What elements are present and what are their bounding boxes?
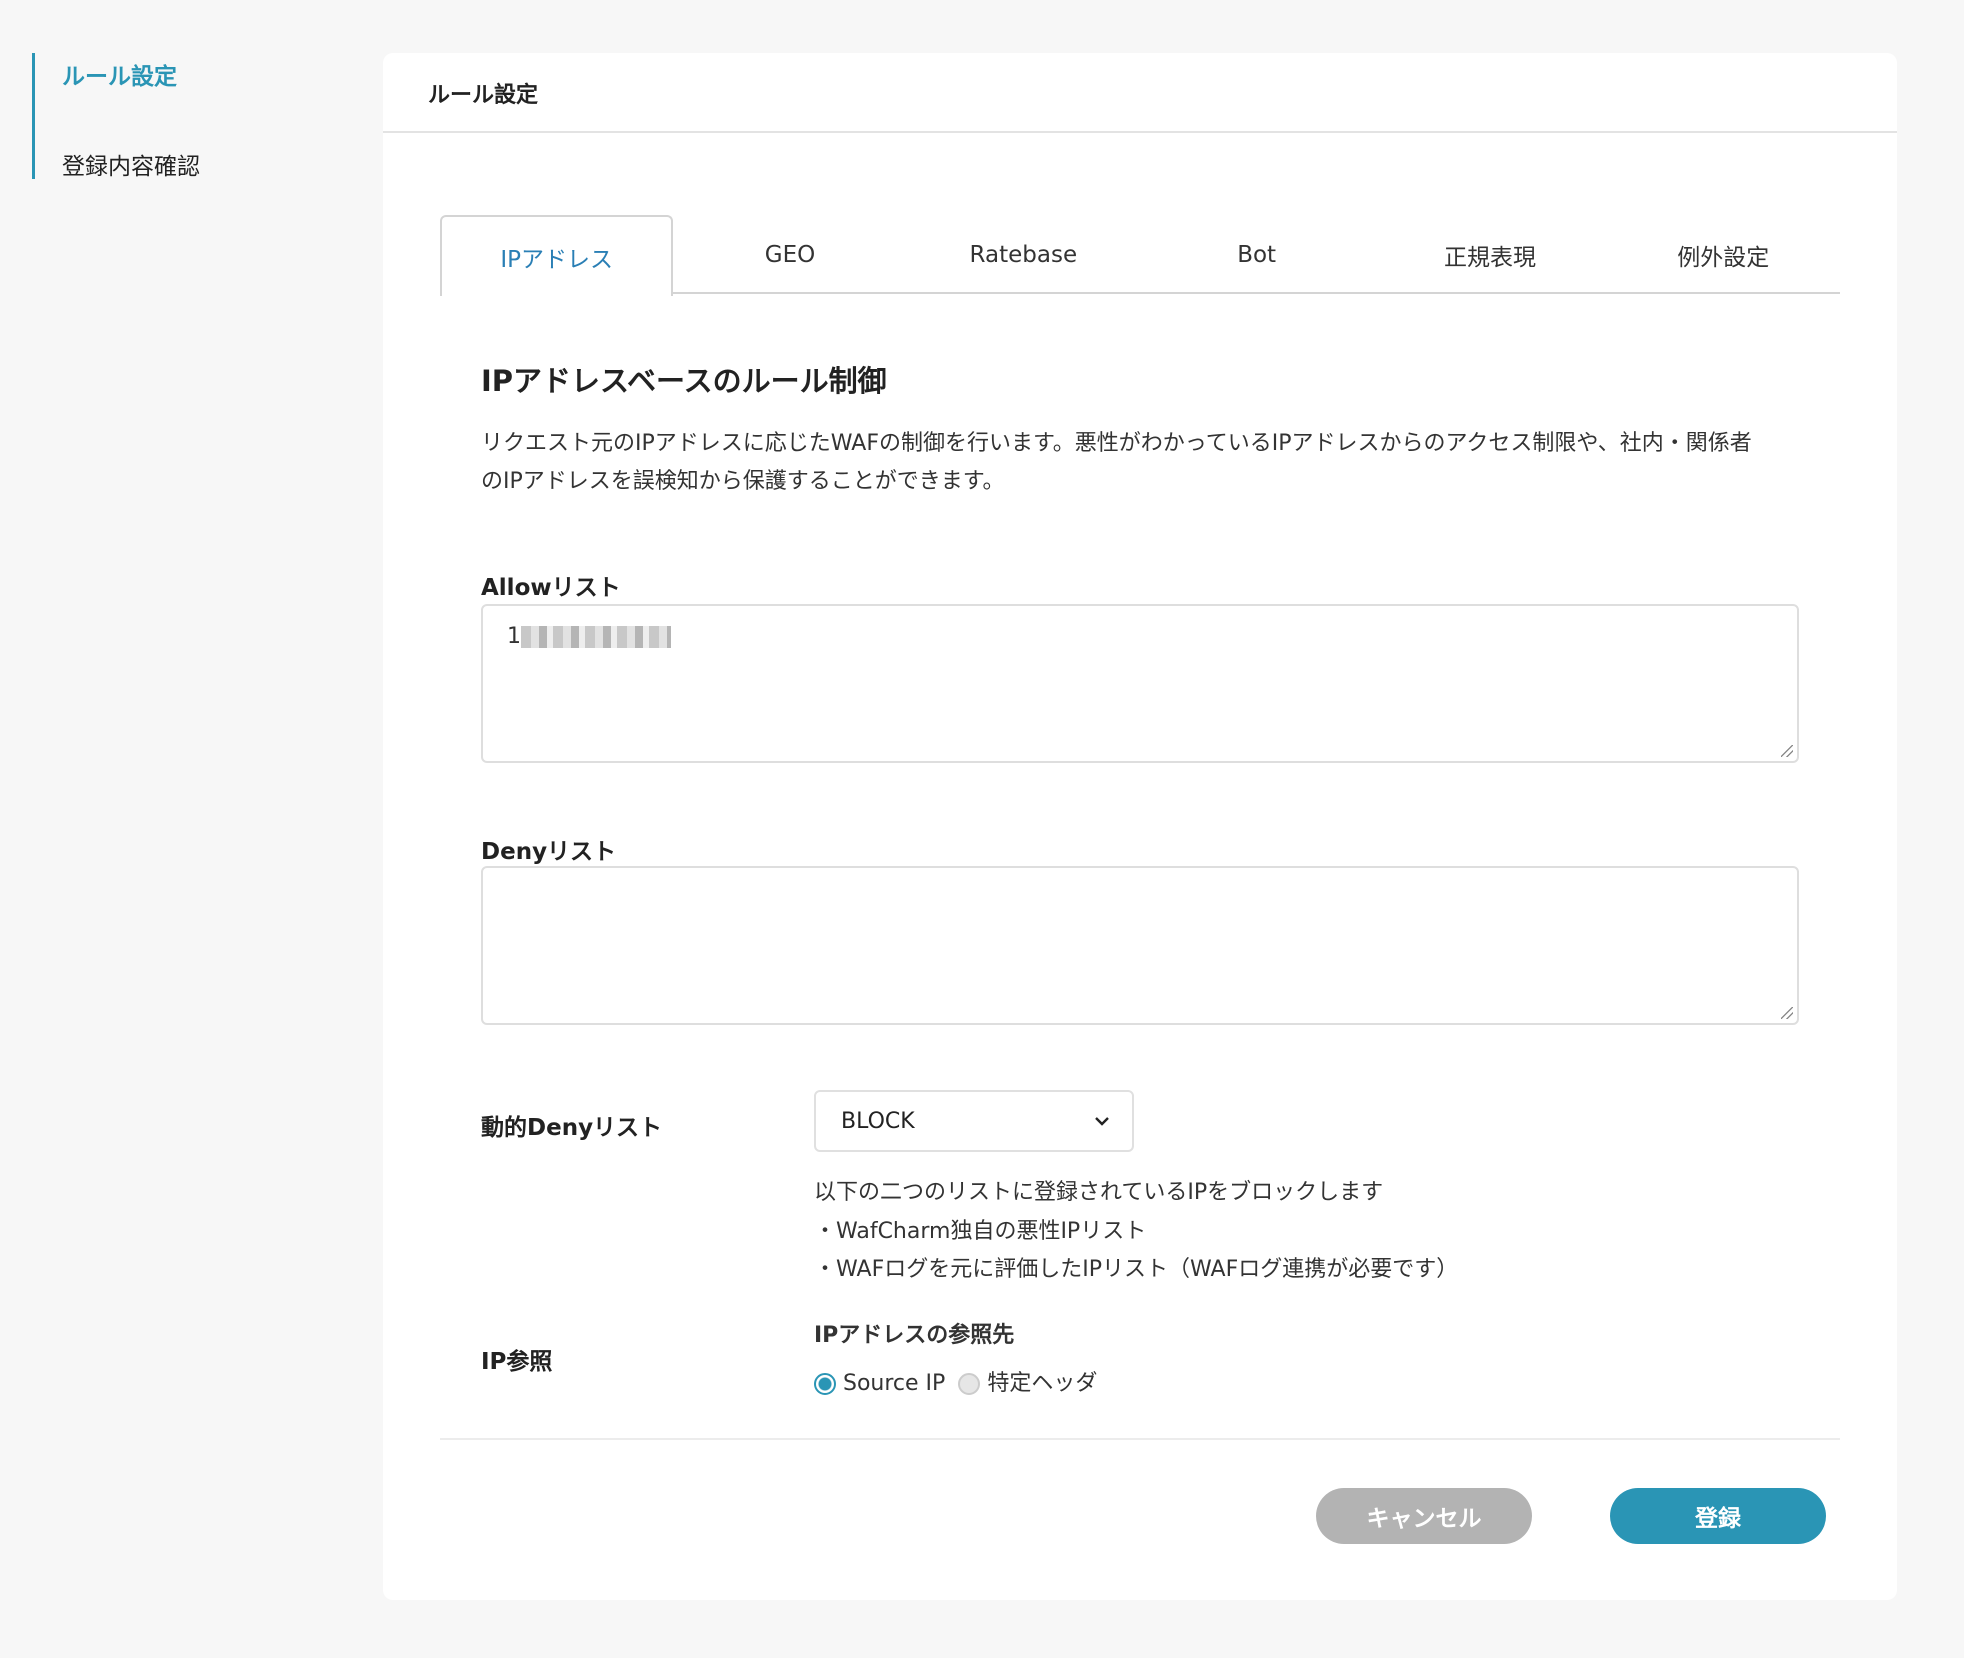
resize-handle-icon[interactable] [1781,745,1793,757]
ip-ref-radio-group: Source IP 特定ヘッダ [814,1365,1097,1397]
radio-checked-icon[interactable] [814,1373,836,1395]
cancel-button[interactable]: キャンセル [1316,1488,1532,1544]
allow-list-value: 1 [507,624,521,649]
deny-list-label: Denyリスト [481,839,617,865]
sidebar-active-indicator [32,53,35,179]
section-heading: IPアドレスベースのルール制御 [481,364,887,398]
tab-regex[interactable]: 正規表現 [1373,215,1606,294]
tab-ratebase[interactable]: Ratebase [907,215,1140,294]
radio-specific-header[interactable]: 特定ヘッダ [958,1371,1097,1396]
radio-source-ip[interactable]: Source IP [814,1371,945,1396]
dynamic-deny-selected: BLOCK [841,1108,915,1134]
dynamic-deny-help-1: 以下の二つのリストに登録されているIPをブロックします [814,1180,1384,1205]
rule-settings-card: ルール設定 IPアドレス GEO Ratebase Bot 正規表現 例外設定 … [383,53,1897,1600]
footer-divider [440,1438,1840,1440]
card-title: ルール設定 [428,83,539,108]
dynamic-deny-select[interactable]: BLOCK [814,1090,1134,1152]
chevron-down-icon [1095,1117,1109,1126]
sidebar-item-confirm[interactable]: 登録内容確認 [62,147,200,181]
dynamic-deny-help-2: ・WafCharm独自の悪性IPリスト [814,1219,1147,1244]
allow-list-textarea[interactable]: 1 [481,604,1799,763]
radio-specific-header-label[interactable]: 特定ヘッダ [987,1371,1097,1396]
radio-unchecked-icon[interactable] [958,1373,981,1395]
tab-bar: IPアドレス GEO Ratebase Bot 正規表現 例外設定 [440,215,1840,296]
tab-exceptions[interactable]: 例外設定 [1607,215,1840,294]
deny-list-textarea[interactable] [481,866,1799,1025]
ip-ref-sublabel: IPアドレスの参照先 [814,1323,1015,1348]
resize-handle-icon[interactable] [1781,1007,1793,1019]
section-description: リクエスト元のIPアドレスに応じたWAFの制御を行います。悪性がわかっているIP… [481,431,1752,494]
sidebar-item-rule-settings[interactable]: ルール設定 [62,57,177,91]
tab-ip-address[interactable]: IPアドレス [440,215,674,296]
allow-list-label: Allowリスト [481,575,621,601]
tab-geo[interactable]: GEO [673,215,906,294]
ip-ref-label: IP参照 [481,1349,553,1375]
dynamic-deny-label: 動的Denyリスト [481,1115,663,1141]
tab-bot[interactable]: Bot [1140,215,1373,294]
card-header: ルール設定 [383,53,1897,133]
redacted-ip [521,626,671,648]
radio-source-ip-label[interactable]: Source IP [843,1371,945,1396]
dynamic-deny-help-3: ・WAFログを元に評価したIPリスト（WAFログ連携が必要です） [814,1257,1459,1282]
submit-button[interactable]: 登録 [1610,1488,1826,1544]
